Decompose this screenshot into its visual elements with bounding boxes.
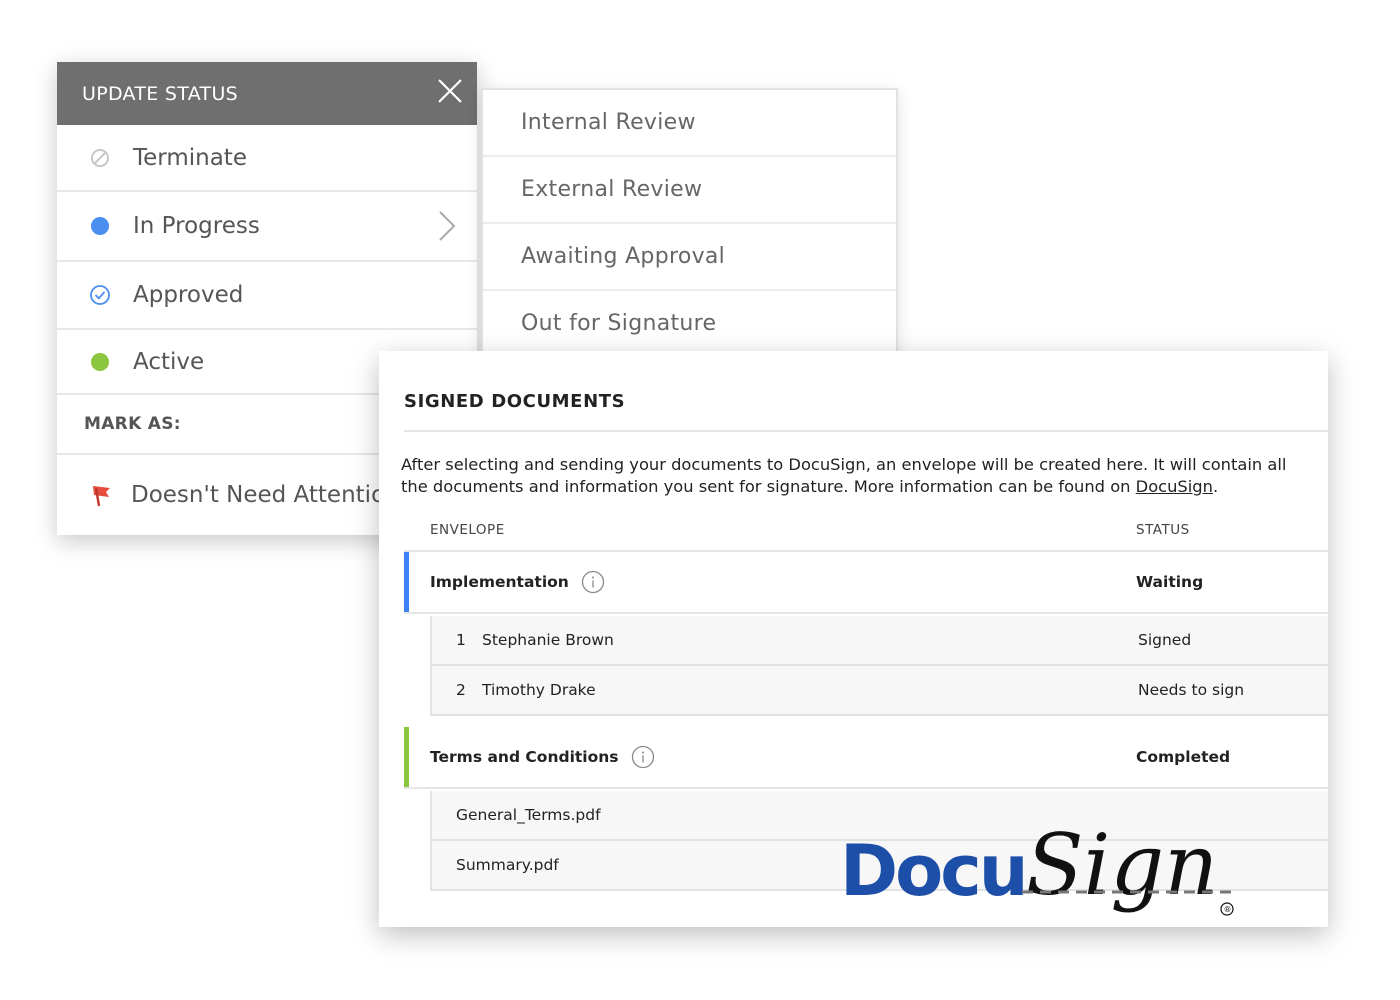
blue-dot-icon xyxy=(89,215,111,237)
divider xyxy=(404,430,1328,432)
envelope-accent-bar xyxy=(404,727,409,787)
update-status-title: UPDATE STATUS xyxy=(82,82,239,105)
update-status-header: UPDATE STATUS xyxy=(57,62,477,125)
signer-status: Signed xyxy=(1138,631,1192,649)
envelope-row-terms[interactable]: Terms and Conditions Completed xyxy=(404,727,1328,789)
signer-row: 1 Stephanie Brown Signed xyxy=(430,616,1328,666)
signed-documents-title: SIGNED DOCUMENTS xyxy=(404,391,626,412)
status-item-label: Active xyxy=(133,348,205,375)
info-icon[interactable] xyxy=(631,745,655,769)
docusign-logo: Docu Sign ® xyxy=(840,816,1234,916)
signer-number: 2 xyxy=(456,681,466,699)
file-name: Summary.pdf xyxy=(456,856,559,874)
green-dot-icon xyxy=(89,351,111,373)
status-item-label: Terminate xyxy=(133,144,247,171)
signer-status: Needs to sign xyxy=(1138,681,1245,699)
logo-text-docu: Docu xyxy=(840,830,1026,912)
description-end: . xyxy=(1212,477,1219,496)
submenu-item-out-for-signature[interactable]: Out for Signature xyxy=(483,291,896,358)
flag-icon xyxy=(93,486,110,507)
envelope-name: Implementation xyxy=(430,573,569,591)
signer-row: 2 Timothy Drake Needs to sign xyxy=(430,666,1328,716)
status-item-terminate[interactable]: Terminate xyxy=(57,125,477,192)
file-name: General_Terms.pdf xyxy=(456,806,601,824)
status-item-in-progress[interactable]: In Progress xyxy=(57,192,477,262)
check-circle-icon xyxy=(89,284,111,306)
signer-name: Stephanie Brown xyxy=(482,631,614,649)
logo-text-sign: Sign xyxy=(1026,816,1218,914)
submenu-item-external-review[interactable]: External Review xyxy=(483,157,896,224)
envelope-status: Waiting xyxy=(1136,573,1204,591)
status-submenu: Internal Review External Review Awaiting… xyxy=(481,88,898,358)
envelope-row-implementation[interactable]: Implementation Waiting xyxy=(404,552,1328,614)
status-item-approved[interactable]: Approved xyxy=(57,262,477,330)
submenu-item-internal-review[interactable]: Internal Review xyxy=(483,90,896,157)
close-icon[interactable] xyxy=(435,76,465,106)
status-item-label: Approved xyxy=(133,282,244,308)
signer-number: 1 xyxy=(456,631,466,649)
status-item-label: In Progress xyxy=(133,213,260,239)
docusign-link[interactable]: DocuSign xyxy=(1136,477,1213,496)
signer-name: Timothy Drake xyxy=(482,681,596,699)
flag-item-label: Doesn't Need Attention xyxy=(131,482,400,508)
chevron-right-icon xyxy=(439,211,456,241)
envelope-accent-bar xyxy=(404,552,409,612)
logo-registered-mark: ® xyxy=(1224,905,1232,914)
envelope-name: Terms and Conditions xyxy=(430,748,619,766)
submenu-item-awaiting-approval[interactable]: Awaiting Approval xyxy=(483,224,896,291)
signed-documents-description: After selecting and sending your documen… xyxy=(401,454,1311,498)
info-icon[interactable] xyxy=(581,570,605,594)
envelope-status: Completed xyxy=(1136,748,1231,766)
column-header-envelope: ENVELOPE xyxy=(430,522,505,538)
column-header-status: STATUS xyxy=(1136,522,1190,538)
terminate-icon xyxy=(89,147,111,169)
